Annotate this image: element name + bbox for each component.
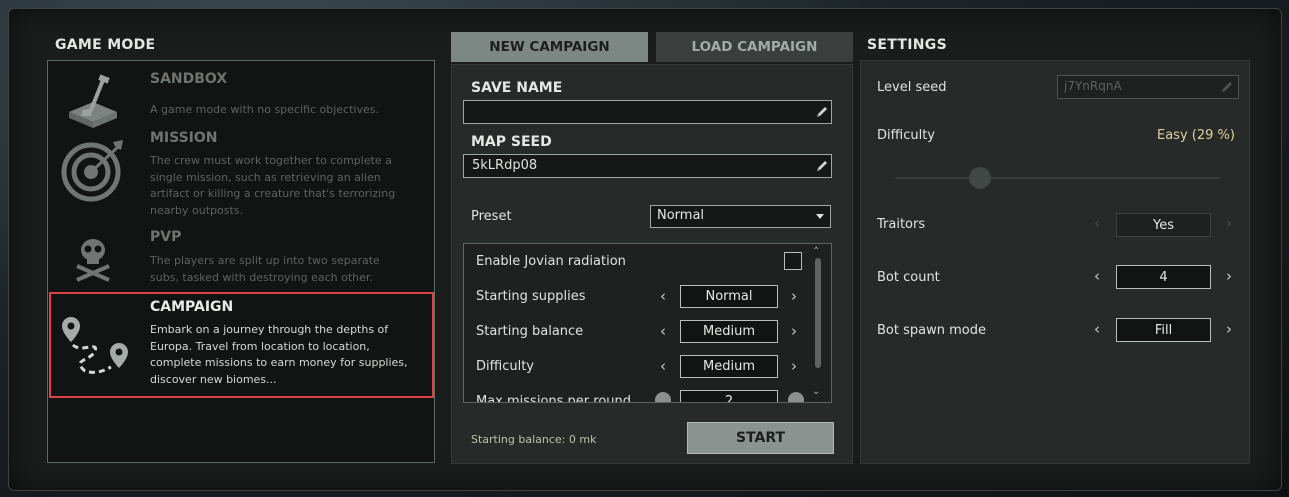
mode-item-campaign[interactable]: CAMPAIGN Embark on a journey through the… — [49, 292, 434, 398]
difficulty-label: Difficulty — [877, 128, 935, 143]
mode-description: Embark on a journey through the depths o… — [150, 323, 408, 386]
difficulty-option-value: Medium — [680, 355, 778, 378]
pencil-icon[interactable] — [815, 159, 829, 173]
pencil-icon — [1222, 82, 1232, 92]
preset-value: Normal — [657, 208, 705, 223]
mode-item-sandbox[interactable]: SANDBOX A game mode with no specific obj… — [48, 71, 434, 128]
map-route-icon — [61, 310, 131, 380]
minus-icon[interactable] — [655, 392, 671, 402]
starting-supplies-value: Normal — [680, 285, 778, 308]
mode-description: The players are split up into two separa… — [150, 254, 380, 284]
start-button[interactable]: START — [687, 422, 834, 454]
max-missions-value[interactable]: 2 — [680, 390, 778, 402]
option-label: Starting supplies — [476, 289, 586, 304]
starting-balance-status: Starting balance: 0 mk — [471, 433, 597, 446]
save-name-label: SAVE NAME — [471, 80, 563, 96]
level-seed-label: Level seed — [877, 80, 947, 95]
option-label: Difficulty — [476, 359, 534, 374]
settings-panel — [860, 60, 1250, 464]
preset-dropdown[interactable]: Normal — [650, 205, 831, 228]
mode-title: PVP — [150, 229, 182, 245]
jovian-radiation-checkbox[interactable] — [784, 252, 802, 270]
chevron-right-icon[interactable]: › — [1226, 269, 1232, 284]
chevron-left-icon[interactable]: ‹ — [660, 289, 666, 304]
mode-description: A game mode with no specific objectives. — [150, 103, 379, 116]
chevron-right-icon[interactable]: › — [791, 359, 797, 374]
mode-title: CAMPAIGN — [150, 299, 234, 315]
scroll-up-icon[interactable]: ⌃ — [812, 246, 820, 257]
option-label: Max missions per round — [476, 394, 632, 403]
option-label: Enable Jovian radiation — [476, 254, 626, 269]
campaign-options-list: Enable Jovian radiation Starting supplie… — [463, 243, 832, 403]
bot-count-value: 4 — [1116, 265, 1211, 289]
game-mode-title: GAME MODE — [55, 37, 156, 53]
starting-balance-value: Medium — [680, 320, 778, 343]
map-seed-label: MAP SEED — [471, 134, 552, 150]
chevron-left-icon[interactable]: ‹ — [1094, 269, 1100, 284]
difficulty-slider-handle[interactable] — [969, 167, 991, 189]
mode-description: The crew must work together to complete … — [150, 154, 396, 217]
mode-item-mission[interactable]: MISSION The crew must work together to c… — [48, 130, 434, 217]
chevron-down-icon — [816, 214, 824, 219]
options-scrollbar[interactable] — [815, 258, 821, 368]
chevron-right-icon: › — [1226, 214, 1232, 232]
chevron-right-icon[interactable]: › — [791, 324, 797, 339]
save-name-input[interactable] — [463, 100, 832, 124]
preset-label: Preset — [471, 209, 512, 224]
traitors-label: Traitors — [877, 217, 926, 232]
bot-spawn-mode-label: Bot spawn mode — [877, 323, 986, 338]
target-icon — [58, 135, 128, 205]
mode-item-pvp[interactable]: PVP The players are split up into two se… — [48, 229, 434, 291]
mode-title: MISSION — [150, 130, 218, 146]
option-label: Starting balance — [476, 324, 584, 339]
chevron-left-icon[interactable]: ‹ — [660, 324, 666, 339]
plus-icon[interactable] — [788, 392, 804, 402]
shovel-icon — [58, 67, 128, 137]
chevron-right-icon[interactable]: › — [1226, 322, 1232, 337]
chevron-left-icon[interactable]: ‹ — [660, 359, 666, 374]
game-mode-list: SANDBOX A game mode with no specific obj… — [47, 60, 435, 463]
traitors-value: Yes — [1116, 213, 1211, 237]
scroll-down-icon[interactable]: ⌄ — [812, 386, 820, 397]
pencil-icon[interactable] — [815, 105, 829, 119]
level-seed-input: j7YnRqnA — [1057, 75, 1239, 99]
chevron-left-icon[interactable]: ‹ — [1094, 322, 1100, 337]
tab-new-campaign[interactable]: NEW CAMPAIGN — [451, 32, 648, 62]
bot-spawn-mode-value: Fill — [1116, 318, 1211, 342]
chevron-left-icon: ‹ — [1094, 214, 1100, 232]
difficulty-value: Easy (29 %) — [1157, 128, 1235, 143]
chevron-right-icon[interactable]: › — [791, 289, 797, 304]
map-seed-input[interactable]: 5kLRdp08 — [463, 154, 832, 178]
bot-count-label: Bot count — [877, 270, 940, 285]
tab-load-campaign[interactable]: LOAD CAMPAIGN — [656, 32, 853, 62]
skull-crossbones-icon — [58, 223, 128, 293]
difficulty-slider[interactable] — [895, 177, 1220, 179]
mode-title: SANDBOX — [150, 71, 228, 87]
settings-title: SETTINGS — [867, 37, 947, 53]
